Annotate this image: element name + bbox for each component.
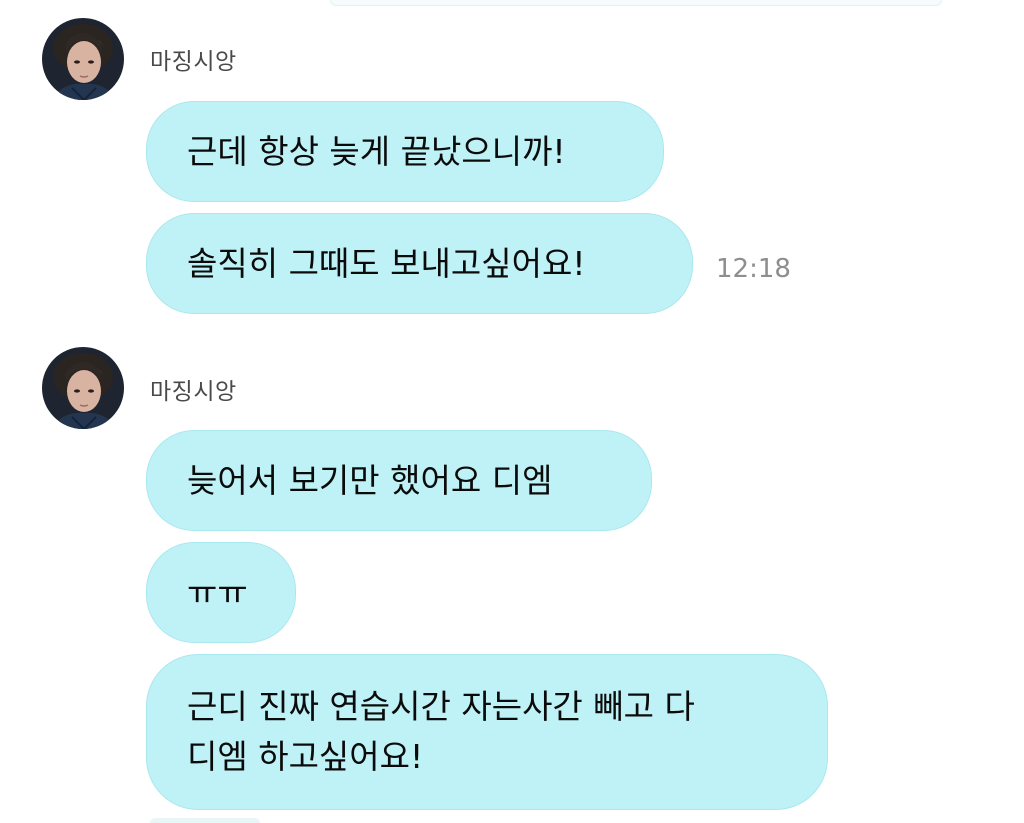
message-text-line: 디엠 하고싶어요! xyxy=(187,737,424,776)
message-bubble[interactable]: ㅠㅠ xyxy=(146,542,296,643)
message-text: 늦어서 보기만 했어요 디엠 xyxy=(187,460,553,500)
sender-avatar[interactable] xyxy=(42,347,124,429)
avatar-photo-icon xyxy=(42,347,124,429)
message-timestamp: 12:18 xyxy=(716,254,791,284)
message-text: 근데 항상 늦게 끝났으니까! xyxy=(187,131,566,171)
message-bubble[interactable]: 솔직히 그때도 보내고싶어요! xyxy=(146,213,693,314)
sender-name: 마징시앙 xyxy=(150,379,237,405)
message-text: ㅠㅠ xyxy=(187,572,248,612)
previous-message-edge xyxy=(330,0,942,6)
message-bubble[interactable]: 근디 진짜 연습시간 자는사간 빼고 다 디엠 하고싶어요! xyxy=(146,654,828,810)
message-bubble[interactable]: 근데 항상 늦게 끝났으니까! xyxy=(146,101,664,202)
message-bubble[interactable]: 늦어서 보기만 했어요 디엠 xyxy=(146,430,652,531)
message-text-line: 근디 진짜 연습시간 자는사간 빼고 다 xyxy=(187,687,695,726)
next-message-edge xyxy=(150,818,260,823)
message-text: 솔직히 그때도 보내고싶어요! xyxy=(187,243,586,283)
sender-avatar[interactable] xyxy=(42,18,124,100)
sender-name: 마징시앙 xyxy=(150,49,237,75)
avatar-photo-icon xyxy=(42,18,124,100)
